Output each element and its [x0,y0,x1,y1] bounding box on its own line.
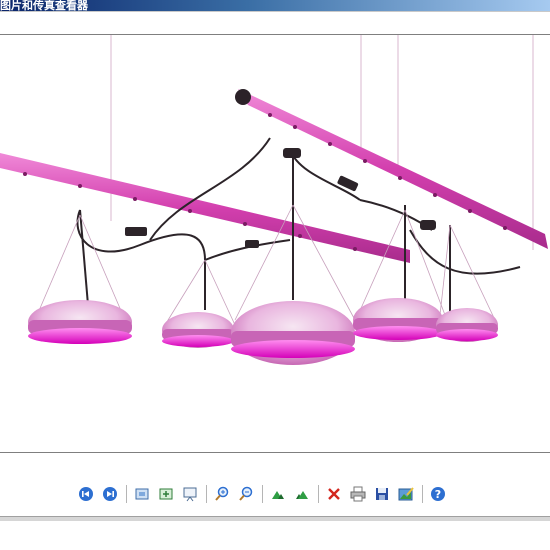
delete-button[interactable] [323,482,345,506]
help-question-icon: ? [431,487,445,501]
title-bar: 图片和传真查看器 [0,0,550,11]
slideshow-button[interactable] [179,482,201,506]
rotate-counterclockwise-icon [296,491,308,499]
slideshow-icon [183,487,197,502]
zoom-in-icon [215,486,229,501]
toolbar-separator [262,485,263,503]
zoom-in-button[interactable] [211,482,233,506]
toolbar-separator [318,485,319,503]
print-button[interactable] [347,482,369,506]
help-button[interactable]: ? [427,482,449,506]
best-fit-button[interactable] [131,482,153,506]
menu-divider [0,11,550,12]
lamp-4 [353,298,443,342]
viewer-border-bottom [0,452,550,453]
lamp-3 [231,301,355,365]
toolbar-separator [206,485,207,503]
toolbar-separator [422,485,423,503]
lamp-1 [28,300,132,344]
floppy-disk-icon [376,488,388,500]
edit-image-icon [398,487,414,501]
zoom-out-button[interactable] [235,482,257,506]
window-title: 图片和传真查看器 [0,0,88,11]
rotate-counterclockwise-button[interactable] [291,482,313,506]
svg-text:?: ? [435,488,441,501]
status-bar [0,516,550,521]
rotate-clockwise-icon [272,491,284,499]
rotate-clockwise-button[interactable] [267,482,289,506]
save-button[interactable] [371,482,393,506]
best-fit-icon [135,488,149,500]
actual-size-icon [159,488,173,500]
actual-size-button[interactable] [155,482,177,506]
next-circle-icon [103,487,117,501]
previous-image-button[interactable] [75,482,97,506]
next-image-button[interactable] [99,482,121,506]
image-toolbar: ? [0,482,550,508]
printer-icon [350,486,366,502]
zoom-out-icon [239,486,253,501]
lamp-2 [162,312,234,348]
image-display [0,35,550,452]
previous-circle-icon [79,487,93,501]
delete-x-icon [328,488,340,500]
toolbar-separator [126,485,127,503]
edit-button[interactable] [395,482,417,506]
lamp-5 [436,308,498,342]
